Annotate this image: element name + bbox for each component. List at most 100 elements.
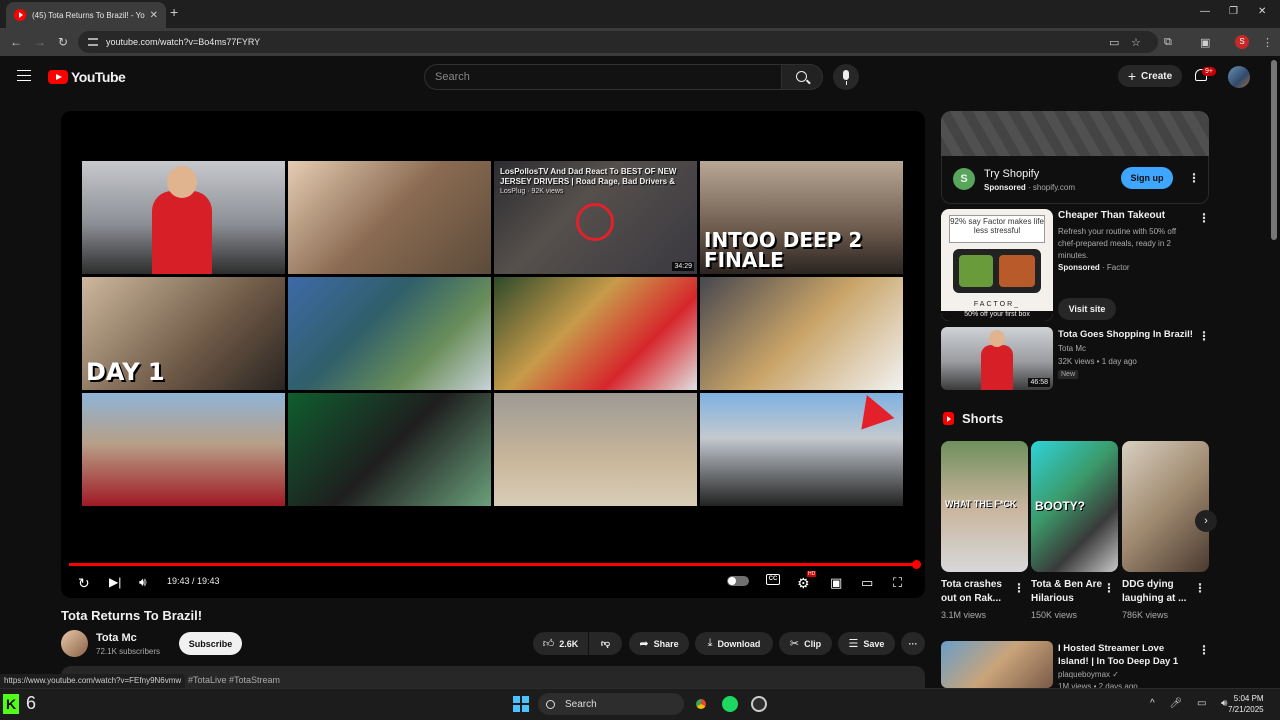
- endscreen-thumb-3[interactable]: LosPollosTV And Dad React To BEST OF NEW…: [494, 161, 697, 274]
- site-info-icon[interactable]: [88, 38, 98, 46]
- endscreen-thumb-8[interactable]: [700, 277, 903, 390]
- back-icon[interactable]: ←: [10, 35, 22, 49]
- endscreen-thumb-7[interactable]: [494, 277, 697, 390]
- rec2-title[interactable]: I Hosted Streamer Love Island! | In Too …: [1058, 642, 1194, 668]
- obs-taskbar-icon[interactable]: [751, 696, 767, 712]
- rec-options-icon[interactable]: ⋮: [1198, 329, 1210, 343]
- ad-domain: · shopify.com: [1028, 183, 1075, 192]
- side-panel-icon[interactable]: ▣: [1200, 36, 1210, 49]
- new-tab-button[interactable]: +: [170, 4, 178, 20]
- dislike-button[interactable]: 👎︎: [589, 632, 622, 655]
- minimize-icon[interactable]: —: [1200, 6, 1210, 17]
- browser-tab[interactable]: (45) Tota Returns To Brazil! - Yo ✕: [6, 2, 166, 28]
- rec-thumbnail[interactable]: 46:58: [941, 327, 1053, 390]
- short-title[interactable]: Tota & Ben Are Hilarious: [1031, 578, 1109, 606]
- browser-tab-bar: (45) Tota Returns To Brazil! - Yo ✕ + — …: [0, 0, 1280, 28]
- reload-icon[interactable]: ↻: [58, 35, 68, 49]
- window-close-icon[interactable]: ✕: [1258, 6, 1266, 17]
- extensions-icon[interactable]: ⧉: [1164, 36, 1172, 49]
- fullscreen-icon[interactable]: ⛶: [893, 575, 902, 591]
- subscribe-button[interactable]: Subscribe: [179, 632, 242, 655]
- link-status-url: https://www.youtube.com/watch?v=FEfny9N6…: [0, 674, 186, 688]
- kick-logo-icon[interactable]: K: [3, 694, 19, 714]
- voice-search-mic-icon[interactable]: [833, 64, 859, 90]
- short-options-icon[interactable]: ⋮: [1013, 581, 1025, 595]
- factor-ad-image[interactable]: 92% say Factor makes life less stressful…: [941, 209, 1053, 321]
- short-options-icon[interactable]: ⋮: [1103, 581, 1115, 595]
- youtube-logo[interactable]: YouTube: [48, 69, 126, 85]
- video-player[interactable]: LosPollosTV And Dad React To BEST OF NEW…: [61, 111, 925, 598]
- create-button[interactable]: + Create: [1118, 65, 1182, 87]
- short-title[interactable]: Tota crashes out on Rak...: [941, 578, 1019, 606]
- theater-mode-icon[interactable]: ▭: [861, 575, 873, 591]
- channel-avatar[interactable]: [61, 630, 88, 657]
- autoplay-toggle[interactable]: [727, 576, 749, 586]
- channel-name[interactable]: Tota Mc: [96, 632, 137, 644]
- endscreen-thumb-6[interactable]: [288, 277, 491, 390]
- rec-title[interactable]: Tota Goes Shopping In Brazil!: [1058, 328, 1194, 341]
- forward-icon[interactable]: →: [34, 35, 46, 49]
- rec2-thumbnail[interactable]: [941, 641, 1053, 688]
- cast-icon[interactable]: ▭: [1109, 36, 1119, 49]
- short-views: 150K views: [1031, 610, 1078, 620]
- restore-icon[interactable]: ❐: [1229, 6, 1238, 17]
- signup-button[interactable]: Sign up: [1121, 167, 1173, 189]
- time-display: 19:43 / 19:43: [167, 576, 220, 586]
- bookmark-star-icon[interactable]: ☆: [1131, 36, 1141, 49]
- ad-title[interactable]: Try Shopify: [984, 168, 1039, 180]
- system-tray-icons[interactable]: ^ 🎤︎ ▭ 🔊︎: [1150, 698, 1233, 709]
- page-scrollbar[interactable]: [1271, 60, 1277, 240]
- windows-start-icon[interactable]: [513, 696, 529, 712]
- endscreen-thumb-10[interactable]: [288, 393, 491, 506]
- short-thumb-1[interactable]: WHAT THE F*CK: [941, 441, 1028, 572]
- chrome-taskbar-icon[interactable]: [693, 696, 709, 712]
- progress-bar[interactable]: [69, 560, 921, 569]
- search-input[interactable]: Search: [424, 64, 782, 90]
- address-bar[interactable]: youtube.com/watch?v=Bo4ms77FYRY: [78, 31, 1158, 53]
- download-button[interactable]: ⤓ Download: [695, 632, 773, 655]
- guide-menu-icon[interactable]: [17, 70, 31, 81]
- endscreen-thumb-1[interactable]: [82, 161, 285, 274]
- endscreen-thumb-11[interactable]: [494, 393, 697, 506]
- clip-button[interactable]: ✂ Clip: [779, 632, 832, 655]
- rec2-options-icon[interactable]: ⋮: [1198, 643, 1210, 657]
- more-actions-button[interactable]: ···: [901, 632, 925, 655]
- shorts-next-arrow-icon[interactable]: ›: [1195, 510, 1217, 532]
- tab-close-icon[interactable]: ✕: [150, 10, 158, 21]
- spotify-taskbar-icon[interactable]: [722, 696, 738, 712]
- short-options-icon[interactable]: ⋮: [1194, 581, 1206, 595]
- endscreen-thumb-2[interactable]: [288, 161, 491, 274]
- miniplayer-icon[interactable]: ▣: [830, 575, 842, 591]
- rec-channel[interactable]: Tota Mc: [1058, 344, 1086, 353]
- taskbar-clock[interactable]: 5:04 PM 7/21/2025: [1228, 693, 1264, 715]
- taskbar-search[interactable]: Search: [538, 693, 684, 715]
- endscreen-thumb-5[interactable]: DAY 1: [82, 277, 285, 390]
- settings-gear-icon[interactable]: ⚙: [797, 575, 810, 592]
- account-avatar[interactable]: [1228, 66, 1250, 88]
- short-thumb-2[interactable]: BOOTY?: [1031, 441, 1118, 572]
- like-button[interactable]: 👍︎ 2.6K: [533, 632, 588, 655]
- browser-menu-icon[interactable]: ⋮: [1262, 36, 1273, 49]
- share-button[interactable]: ➦ Share: [629, 632, 689, 655]
- endscreen-thumb-4[interactable]: INTOO DEEP 2 FINALE: [700, 161, 903, 274]
- short-thumb-3[interactable]: [1122, 441, 1209, 572]
- next-video-icon[interactable]: ▶|: [109, 575, 121, 589]
- ad2-title[interactable]: Cheaper Than Takeout: [1058, 210, 1165, 221]
- description-hashtags[interactable]: #TotaLive #TotaStream: [188, 675, 280, 685]
- browser-profile-avatar[interactable]: S: [1235, 35, 1249, 49]
- endscreen-thumb-9[interactable]: [82, 393, 285, 506]
- replay-icon[interactable]: ↻: [78, 575, 90, 592]
- endscreen-thumb-12[interactable]: [700, 393, 903, 506]
- captions-icon[interactable]: CC: [766, 574, 780, 585]
- ad-banner-image[interactable]: [941, 111, 1209, 156]
- endscreen-hover-info: LosPollosTV And Dad React To BEST OF NEW…: [500, 167, 691, 197]
- ad-options-icon[interactable]: ⋮: [1188, 171, 1200, 185]
- rec2-channel[interactable]: plaqueboymax ✓: [1058, 670, 1119, 679]
- share-icon: ➦: [639, 638, 649, 650]
- short-title[interactable]: DDG dying laughing at ...: [1122, 578, 1200, 606]
- visit-site-button[interactable]: Visit site: [1058, 298, 1116, 320]
- volume-icon[interactable]: 🔊︎: [139, 575, 147, 590]
- search-button[interactable]: [781, 64, 823, 90]
- ad2-options-icon[interactable]: ⋮: [1198, 211, 1210, 225]
- save-button[interactable]: ☰ Save: [838, 632, 895, 655]
